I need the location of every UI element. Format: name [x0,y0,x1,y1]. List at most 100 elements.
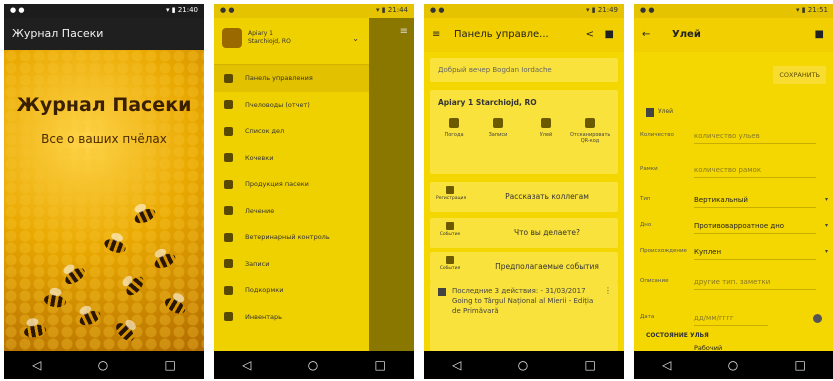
tile-label: Отсканировать QR-код [570,132,611,144]
apiary-place: Starchiojd, RO [248,38,291,45]
drawer-item-todo[interactable]: Список дел [214,118,369,145]
origin-select[interactable]: Куплен [694,248,816,260]
drawer-item-label: Инвентарь [245,312,282,321]
dropdown-arrow-icon[interactable]: ▾ [825,222,828,229]
drawer-item-feeding[interactable]: Подкормки [214,277,369,304]
drawer-item-label: Продукция пасеки [245,180,309,189]
field-label: Количество [640,132,674,138]
drawer-item-dashboard[interactable]: Панель управления [214,65,369,92]
hero-subtitle: Все о ваших пчёлах [41,132,167,146]
action-icon-label: События [439,266,461,271]
type-select[interactable]: Вертикальный [694,196,816,208]
calendar-icon [446,222,454,230]
date-input[interactable]: дд/мм/гггг [694,314,768,326]
hive-tile[interactable]: Улей [526,118,566,138]
field-label: Рамки [640,166,658,172]
drawer-item-notes[interactable]: Записи [214,251,369,278]
app-bar: Журнал Пасеки [4,18,204,50]
drawer-item-label: Записи [245,259,270,268]
home-icon[interactable]: ○ [308,358,318,372]
action-icon-label: Регистрация [436,196,467,201]
share-icon[interactable]: < [586,18,594,52]
chevron-down-icon[interactable]: ⌄ [352,34,359,43]
sun-icon [449,118,459,128]
phone-splash: ● ● ▾ ▮ 21:40 Журнал Пасеки Журнал Пасеки… [4,4,204,379]
back-icon[interactable]: ◁ [452,358,461,372]
qr-code-icon [585,118,595,128]
drawer-item-label: Лечение [245,206,275,215]
drawer-item-inventory[interactable]: Инвентарь [214,304,369,331]
home-icon[interactable]: ○ [728,358,738,372]
action-icon-label: Событие [439,232,461,237]
recents-icon[interactable]: □ [375,358,386,372]
field-bottom[interactable]: Дно Противоварроатное дно ▾ [640,216,828,238]
arrow-back-icon[interactable]: ← [642,18,650,52]
phone-drawer: ● ● ▾ ▮ 21:44 Apiary 1 Starchiojd, RO ⌄ П… [214,4,414,379]
drawer-item-vet[interactable]: Ветеринарный контроль [214,224,369,251]
field-quantity[interactable]: Количество количество ульев [640,126,828,148]
notes-tile[interactable]: Записи [478,118,518,138]
recent-actions-card[interactable]: Последние 3 действия: - 31/03/2017 Going… [430,282,618,351]
drawer-item-treatment[interactable]: Лечение [214,198,369,225]
phone-dashboard: ● ● ▾ ▮ 21:49 ≡ Панель управле... < ■ Доб… [424,4,624,379]
quantity-input[interactable]: количество ульев [694,132,816,144]
pencil-icon [224,259,233,269]
tile-label: Записи [488,132,508,138]
help-icon[interactable] [813,314,822,323]
dropdown-arrow-icon[interactable]: ▾ [825,248,828,255]
back-icon[interactable]: ◁ [662,358,671,372]
field-label: Дно [640,222,652,228]
bee-icon [224,100,233,110]
nav-bar: ◁ ○ □ [214,351,414,379]
hive-state-heading: СОСТОЯНИЕ УЛЬЯ [646,332,709,339]
action-icon-block: Регистрация [436,186,467,201]
save-button[interactable]: СОХРАНИТЬ [773,66,826,84]
field-date[interactable]: Дата дд/мм/гггг [640,308,828,330]
home-icon[interactable]: ○ [518,358,528,372]
qr-tile[interactable]: Отсканировать QR-код [570,118,610,144]
action-label: Что вы делаете? [514,228,580,237]
page-title: Улей [672,29,701,40]
action-invite[interactable]: Регистрация Рассказать коллегам [430,182,618,212]
more-vert-icon[interactable]: ⋮ [604,286,612,295]
frames-input[interactable]: количество рамок [694,166,816,178]
recents-icon[interactable]: □ [585,358,596,372]
action-event[interactable]: Событие Что вы делаете? [430,218,618,248]
drawer-item-label: Подкормки [245,286,284,295]
home-icon[interactable]: ○ [98,358,108,372]
field-label: Описание [640,278,669,284]
field-origin[interactable]: Происхождение Куплен ▾ [640,242,828,264]
hive-icon [646,108,654,117]
drawer-scrim[interactable]: ≡ [369,18,414,351]
dropdown-arrow-icon[interactable]: ▾ [825,196,828,203]
tile-label: Погода [444,132,464,138]
field-frames[interactable]: Рамки количество рамок [640,160,828,182]
recents-icon[interactable]: □ [165,358,176,372]
action-icon-block: События [436,256,464,271]
recents-icon[interactable]: □ [795,358,806,372]
field-label: Происхождение [640,248,687,254]
feedback-icon[interactable]: ■ [815,18,824,52]
menu-icon[interactable]: ≡ [432,18,440,52]
apiary-card[interactable]: Apiary 1 Starchiojd, RO Погода Записи Ул… [430,90,618,174]
feedback-icon[interactable]: ■ [605,18,614,52]
apiary-name: Apiary 1 [248,30,273,37]
field-label: Тип [640,196,651,202]
back-icon[interactable]: ◁ [242,358,251,372]
action-planned-events[interactable]: События Предполагаемые события [430,252,618,282]
status-bar: ● ● ▾ ▮ 21:44 [214,4,414,18]
back-icon[interactable]: ◁ [32,358,41,372]
field-type[interactable]: Тип Вертикальный ▾ [640,190,828,212]
drawer-item-beekeepers[interactable]: Пчеловоды (отчет) [214,92,369,119]
phone-hive-form: ● ● ▾ ▮ 21:51 ← Улей ■ СОХРАНИТЬ Улей Кол… [634,4,833,379]
bottom-select[interactable]: Противоварроатное дно [694,222,816,234]
calendar-icon [446,256,454,264]
drawer-item-migrations[interactable]: Кочевки [214,145,369,172]
status-bar: ● ● ▾ ▮ 21:49 [424,4,624,18]
drawer-item-products[interactable]: Продукция пасеки [214,171,369,198]
drawer-header[interactable]: Apiary 1 Starchiojd, RO ⌄ [214,18,369,65]
field-description[interactable]: Описание другие тип. заметки [640,272,828,294]
description-input[interactable]: другие тип. заметки [694,278,816,290]
weather-tile[interactable]: Погода [434,118,474,138]
drawer-item-label: Ветеринарный контроль [245,233,330,242]
